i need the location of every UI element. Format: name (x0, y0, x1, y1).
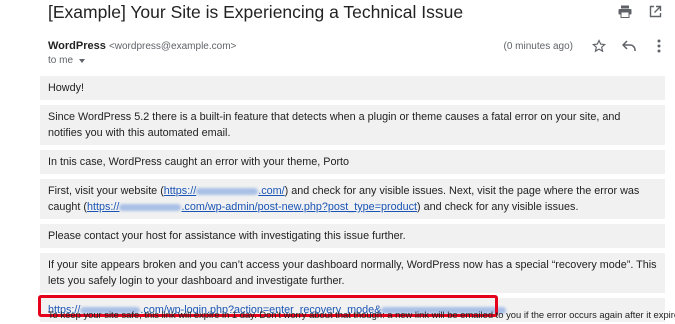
expiry-note: To keep your site safe, this link will e… (48, 309, 675, 320)
sender-address: <wordpress@example.com> (108, 41, 237, 52)
sender: WordPress <wordpress@example.com> (48, 40, 236, 52)
timestamp: (0 minutes ago) (503, 40, 573, 52)
header-actions (617, 3, 663, 19)
sender-name[interactable]: WordPress (48, 40, 106, 52)
message-actions: (0 minutes ago) (504, 38, 667, 54)
open-in-new-icon[interactable] (647, 3, 663, 19)
star-icon[interactable] (591, 38, 607, 54)
greeting: Howdy! (40, 76, 665, 100)
recipient-label: to me (48, 55, 74, 66)
email-subject: [Example] Your Site is Experiencing a Te… (48, 2, 464, 22)
email-body: Howdy! Since WordPress 5.2 there is a bu… (38, 76, 665, 324)
intro-paragraph: Since WordPress 5.2 there is a built-in … (40, 105, 665, 145)
more-vert-icon[interactable] (651, 38, 667, 54)
print-icon[interactable] (617, 3, 633, 19)
caret-down-icon (79, 58, 86, 63)
recipient-toggle[interactable]: to me (48, 55, 86, 66)
case-paragraph: In tnis case, WordPress caught an error … (40, 150, 665, 174)
contact-paragraph: Please contact your host for assistance … (40, 224, 665, 248)
error-page-link[interactable]: https://.com/wp-admin/post-new.php?post_… (87, 201, 417, 213)
reply-icon[interactable] (621, 38, 637, 54)
visit-paragraph: First, visit your website (https://.com/… (40, 179, 665, 219)
site-link[interactable]: https://.com/ (164, 185, 285, 197)
recovery-info-paragraph: If your site appears broken and you can’… (40, 253, 665, 293)
